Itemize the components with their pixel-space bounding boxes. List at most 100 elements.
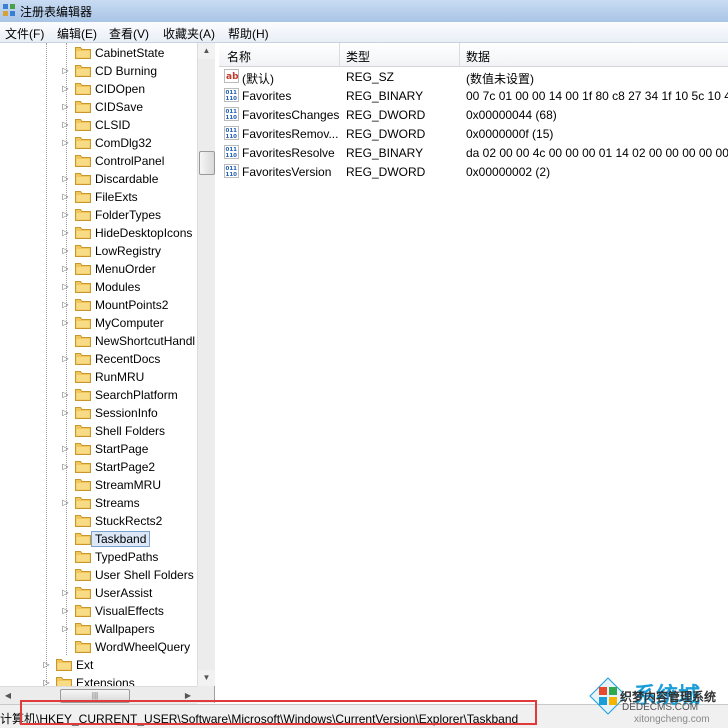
folder-icon xyxy=(75,208,91,221)
tree-item-label: Ext xyxy=(76,658,94,672)
expand-arrow-icon[interactable]: ▷ xyxy=(61,354,70,363)
tree-item-label: FileExts xyxy=(95,190,138,204)
tree-vertical-scrollbar[interactable]: ▲ ▼ xyxy=(197,43,215,686)
value-row[interactable]: 011 110 FavoritesChanges REG_DWORD 0x0000004… xyxy=(219,105,728,124)
expand-arrow-icon[interactable]: ▷ xyxy=(61,246,70,255)
tree-item-label: LowRegistry xyxy=(95,244,162,258)
folder-icon xyxy=(75,136,91,149)
tree-item[interactable]: ▷ MyComputer xyxy=(0,314,198,332)
expand-arrow-icon[interactable]: ▷ xyxy=(61,192,70,201)
tree-item[interactable]: ▷ MenuOrder xyxy=(0,260,198,278)
tree-item[interactable]: ▷ VisualEffects xyxy=(0,602,198,620)
column-data[interactable]: 数据 xyxy=(466,48,490,65)
tree-item[interactable]: StuckRects2 xyxy=(0,512,198,530)
expand-arrow-icon[interactable]: ▷ xyxy=(61,138,70,147)
scroll-up-icon[interactable]: ▲ xyxy=(198,43,215,59)
tree-item[interactable]: ▷ CIDSave xyxy=(0,98,198,116)
expand-arrow-icon[interactable]: ▷ xyxy=(61,498,70,507)
key-tree[interactable]: CabinetState ▷ CD Burning ▷ CIDOpen ▷ CIDSave ▷… xyxy=(0,43,215,703)
folder-icon xyxy=(75,82,91,95)
expand-arrow-icon[interactable]: ▷ xyxy=(61,624,70,633)
tree-item-label: VisualEffects xyxy=(95,604,164,618)
tree-item[interactable]: ControlPanel xyxy=(0,152,198,170)
tree-item[interactable]: ▷ Discardable xyxy=(0,170,198,188)
value-row[interactable]: 011 110 FavoritesResolve REG_BINARY da 02 00… xyxy=(219,143,728,162)
tree-item-label: RecentDocs xyxy=(95,352,161,366)
tree-item[interactable]: ▷ Modules xyxy=(0,278,198,296)
value-row[interactable]: 011 110 Favorites REG_BINARY 00 7c 01 00 00 … xyxy=(219,86,728,105)
expand-arrow-icon[interactable]: ▷ xyxy=(61,264,70,273)
expand-arrow-icon[interactable]: ▷ xyxy=(61,408,70,417)
expand-arrow-icon[interactable]: ▷ xyxy=(61,66,70,75)
value-row[interactable]: ab (默认) REG_SZ (数值未设置) xyxy=(219,67,728,86)
tree-item[interactable]: ▷ MountPoints2 xyxy=(0,296,198,314)
tree-item[interactable]: ▷ LowRegistry xyxy=(0,242,198,260)
tree-item[interactable]: TypedPaths xyxy=(0,548,198,566)
menu-favorites[interactable]: 收藏夹(A) xyxy=(163,25,215,42)
scroll-left-icon[interactable]: ◀ xyxy=(0,687,16,704)
folder-icon xyxy=(75,604,91,617)
tree-item[interactable]: ▷ RecentDocs xyxy=(0,350,198,368)
expand-arrow-icon[interactable]: ▷ xyxy=(61,102,70,111)
tree-item[interactable]: ▷ CIDOpen xyxy=(0,80,198,98)
tree-item[interactable]: StreamMRU xyxy=(0,476,198,494)
folder-icon xyxy=(75,64,91,77)
tree-item[interactable]: ▷ HideDesktopIcons xyxy=(0,224,198,242)
column-divider[interactable] xyxy=(339,43,340,66)
column-name[interactable]: 名称 xyxy=(227,48,251,65)
binary-value-icon: 011 110 xyxy=(224,107,239,121)
tree-item[interactable]: User Shell Folders xyxy=(0,566,198,584)
tree-item[interactable]: ▷ SearchPlatform xyxy=(0,386,198,404)
tree-item[interactable]: ▷ SessionInfo xyxy=(0,404,198,422)
svg-text:110: 110 xyxy=(226,115,238,121)
value-row[interactable]: 011 110 FavoritesVersion REG_DWORD 0x0000000… xyxy=(219,162,728,181)
column-type[interactable]: 类型 xyxy=(346,48,370,65)
tree-item[interactable]: WordWheelQuery xyxy=(0,638,198,656)
expand-arrow-icon[interactable]: ▷ xyxy=(61,606,70,615)
scroll-down-icon[interactable]: ▼ xyxy=(198,670,215,686)
tree-item[interactable]: ▷ UserAssist xyxy=(0,584,198,602)
expand-arrow-icon[interactable]: ▷ xyxy=(42,660,51,669)
menu-edit[interactable]: 编辑(E) xyxy=(57,25,97,42)
expand-arrow-icon[interactable]: ▷ xyxy=(61,390,70,399)
expand-arrow-icon[interactable]: ▷ xyxy=(61,282,70,291)
tree-item[interactable]: Shell Folders xyxy=(0,422,198,440)
tree-item[interactable]: ▷ StartPage xyxy=(0,440,198,458)
folder-icon xyxy=(75,46,91,59)
expand-arrow-icon[interactable]: ▷ xyxy=(61,228,70,237)
value-row[interactable]: 011 110 FavoritesRemov... REG_DWORD 0x000000… xyxy=(219,124,728,143)
folder-icon xyxy=(75,532,91,545)
tree-item[interactable]: ▷ FileExts xyxy=(0,188,198,206)
value-name: FavoritesRemov... xyxy=(242,127,339,141)
expand-arrow-icon[interactable]: ▷ xyxy=(61,462,70,471)
column-divider[interactable] xyxy=(459,43,460,66)
value-name: (默认) xyxy=(242,72,274,86)
tree-item[interactable]: ▷ StartPage2 xyxy=(0,458,198,476)
tree-item[interactable]: ▷ CD Burning xyxy=(0,62,198,80)
tree-item[interactable]: ▷ Ext xyxy=(0,656,198,674)
expand-arrow-icon[interactable]: ▷ xyxy=(61,318,70,327)
expand-arrow-icon[interactable]: ▷ xyxy=(61,588,70,597)
tree-item[interactable]: ▷ ComDlg32 xyxy=(0,134,198,152)
tree-item[interactable]: RunMRU xyxy=(0,368,198,386)
expand-arrow-icon[interactable]: ▷ xyxy=(61,84,70,93)
expand-arrow-icon[interactable]: ▷ xyxy=(61,174,70,183)
scroll-thumb[interactable] xyxy=(199,151,215,175)
expand-arrow-icon[interactable]: ▷ xyxy=(61,444,70,453)
tree-item[interactable]: ▷ Streams xyxy=(0,494,198,512)
expand-arrow-icon[interactable]: ▷ xyxy=(61,300,70,309)
values-list[interactable]: 名称 类型 数据 ab (默认) REG_SZ (数值未设置) 011 110 Favori… xyxy=(219,43,728,703)
tree-item[interactable]: ▷ Wallpapers xyxy=(0,620,198,638)
tree-item[interactable]: CabinetState xyxy=(0,44,198,62)
tree-item[interactable]: NewShortcutHandl xyxy=(0,332,198,350)
menu-help[interactable]: 帮助(H) xyxy=(228,25,269,42)
tree-item-label: UserAssist xyxy=(95,586,153,600)
folder-icon xyxy=(75,568,91,581)
tree-item[interactable]: Taskband xyxy=(0,530,198,548)
expand-arrow-icon[interactable]: ▷ xyxy=(61,210,70,219)
menu-view[interactable]: 查看(V) xyxy=(109,25,149,42)
menu-file[interactable]: 文件(F) xyxy=(5,25,44,42)
expand-arrow-icon[interactable]: ▷ xyxy=(61,120,70,129)
tree-item[interactable]: ▷ FolderTypes xyxy=(0,206,198,224)
tree-item[interactable]: ▷ CLSID xyxy=(0,116,198,134)
